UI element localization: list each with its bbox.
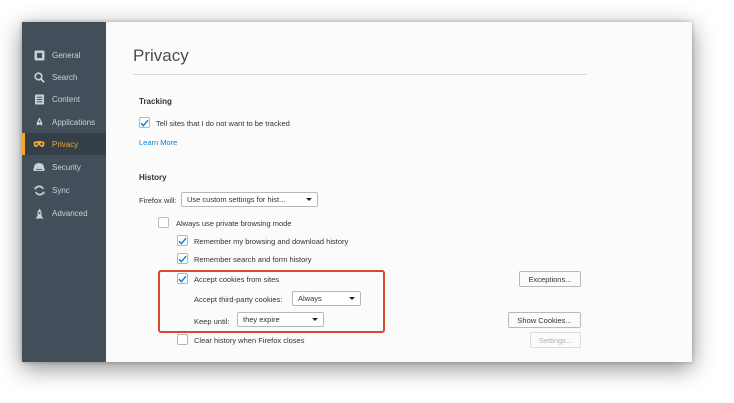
keep-until-label: Keep until: xyxy=(194,317,230,326)
sidebar-item-label: Search xyxy=(52,72,78,82)
learn-more-link[interactable]: Learn More xyxy=(139,138,177,147)
do-not-track-label: Tell sites that I do not want to be trac… xyxy=(156,119,290,128)
sync-icon xyxy=(32,183,46,197)
chevron-down-icon xyxy=(306,198,312,201)
sidebar-item-label: Content xyxy=(52,94,81,104)
history-heading: History xyxy=(139,173,167,182)
content-icon xyxy=(32,92,46,106)
keep-until-dropdown[interactable]: they expire xyxy=(237,312,324,327)
keep-until-value: they expire xyxy=(243,315,280,324)
remember-search-label: Remember search and form history xyxy=(194,255,312,264)
general-icon xyxy=(32,48,46,62)
settings-button[interactable]: Settings... xyxy=(530,332,581,348)
accept-cookies-label: Accept cookies from sites xyxy=(194,275,280,284)
remember-browsing-label: Remember my browsing and download histor… xyxy=(194,237,349,246)
privacy-mask-icon xyxy=(32,137,46,151)
chevron-down-icon xyxy=(312,318,318,321)
tracking-heading: Tracking xyxy=(139,97,172,106)
sidebar-item-label: Advanced xyxy=(52,208,88,218)
advanced-icon xyxy=(32,206,46,220)
sidebar-item-privacy[interactable]: Privacy xyxy=(22,133,106,155)
sidebar-item-label: Sync xyxy=(52,185,70,195)
private-browsing-label: Always use private browsing mode xyxy=(176,219,292,228)
sidebar-item-label: Security xyxy=(52,162,81,172)
sidebar-item-search[interactable]: Search xyxy=(22,66,106,88)
sidebar-item-label: Privacy xyxy=(52,139,79,149)
sidebar-item-advanced[interactable]: Advanced xyxy=(22,202,106,224)
applications-icon xyxy=(32,115,46,129)
sidebar-item-security[interactable]: Security xyxy=(22,156,106,178)
remember-browsing-checkbox[interactable] xyxy=(177,235,188,246)
remember-search-checkbox[interactable] xyxy=(177,253,188,264)
security-icon xyxy=(32,160,46,174)
checkmark-icon xyxy=(140,119,149,127)
checkmark-icon xyxy=(178,275,187,283)
sidebar-item-general[interactable]: General xyxy=(22,44,106,66)
clear-history-checkbox[interactable] xyxy=(177,334,188,345)
search-icon xyxy=(32,70,46,84)
title-divider xyxy=(133,74,587,75)
checkmark-icon xyxy=(178,255,187,263)
sidebar-item-applications[interactable]: Applications xyxy=(22,111,106,133)
private-browsing-checkbox[interactable] xyxy=(158,217,169,228)
chevron-down-icon xyxy=(349,297,355,300)
third-party-cookies-value: Always xyxy=(298,294,322,303)
sidebar-item-label: Applications xyxy=(52,117,96,127)
clear-history-label: Clear history when Firefox closes xyxy=(194,336,305,345)
show-cookies-button[interactable]: Show Cookies... xyxy=(508,312,581,328)
sidebar: General Search Content Applications Priv… xyxy=(22,22,106,362)
third-party-cookies-label: Accept third-party cookies: xyxy=(194,295,283,304)
history-mode-dropdown[interactable]: Use custom settings for hist... xyxy=(181,192,318,207)
page-title: Privacy xyxy=(133,46,189,65)
accept-cookies-checkbox[interactable] xyxy=(177,273,188,284)
do-not-track-checkbox[interactable] xyxy=(139,117,150,128)
third-party-cookies-dropdown[interactable]: Always xyxy=(292,291,361,306)
preferences-window: General Search Content Applications Priv… xyxy=(22,22,692,362)
sidebar-item-sync[interactable]: Sync xyxy=(22,179,106,201)
sidebar-item-label: General xyxy=(52,50,81,60)
privacy-pane: Privacy Tracking Tell sites that I do no… xyxy=(106,22,692,362)
exceptions-button[interactable]: Exceptions... xyxy=(519,271,581,287)
checkmark-icon xyxy=(178,237,187,245)
firefox-will-label: Firefox will: xyxy=(139,196,177,205)
sidebar-item-content[interactable]: Content xyxy=(22,88,106,110)
history-mode-value: Use custom settings for hist... xyxy=(187,195,286,204)
